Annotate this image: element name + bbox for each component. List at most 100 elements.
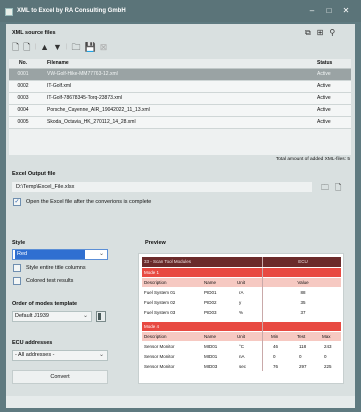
entire-title-label: Style entire title columns	[26, 265, 86, 271]
preview-row: Sensor Monitor MID01 °C 46 118 243	[142, 342, 341, 351]
new-file-icon[interactable]: 🗋	[335, 182, 341, 196]
cell-filename: Skoda_Octavia_HK_270112_14_28.xml	[37, 116, 307, 129]
pin-icon[interactable]: ⚲	[329, 28, 335, 38]
preview-cell: Sensor Monitor	[144, 364, 175, 369]
app-icon	[5, 8, 13, 16]
window-title: XML to Excel by RA Consulting GmbH	[17, 8, 126, 14]
chevron-down-icon: ⌄	[82, 313, 88, 319]
preview-col-unit: Unit	[237, 334, 246, 339]
table-row[interactable]: 0001 VW-Golf-Hike-MM77763-12.xml Active	[9, 68, 351, 81]
order-selected-value: Default J1939	[15, 313, 49, 319]
style-selected-value: Red	[15, 250, 85, 259]
preview-cell: Fuel System 03	[144, 310, 176, 315]
preview-header-right: ECU	[298, 259, 308, 264]
chevron-down-icon: ⌄	[98, 352, 104, 358]
preview-mode1-row: Mode 1	[142, 268, 341, 277]
cell-filename: IT-Golf.xml	[37, 80, 307, 93]
preview-mode1-columns: Description Name Unit Value	[142, 278, 341, 287]
order-section-title: Order of modes template	[12, 301, 78, 307]
preview-cell: 225	[324, 364, 332, 369]
minimize-button[interactable]: –	[305, 6, 319, 16]
preview-mode4-row: Mode 4	[142, 322, 341, 331]
output-path-field[interactable]: D:\Temp\Excel_File.xlsx	[12, 182, 312, 192]
preview-col-description: Description	[144, 334, 167, 339]
maximize-button[interactable]: □	[322, 6, 336, 16]
xml-section-title: XML source files	[12, 30, 56, 36]
cell-no: 0001	[9, 68, 37, 81]
total-files-text: Total amount of added XML-files: 5	[275, 157, 350, 162]
preview-col-unit: Unit	[237, 280, 246, 285]
remove-icon[interactable]: ⊠	[100, 42, 108, 52]
style-dropdown[interactable]: Red ⌄	[12, 249, 108, 260]
preview-cell: 37	[300, 310, 306, 315]
preview-cell: Sensor Monitor	[144, 344, 175, 349]
order-dropdown[interactable]: Default J1939 ⌄	[12, 311, 92, 322]
add-file-icon[interactable]: 🗋	[12, 42, 19, 52]
cell-status: Active	[307, 80, 351, 93]
col-header-no[interactable]: No.	[9, 59, 37, 69]
cell-filename: VW-Golf-Hike-MM77763-12.xml	[37, 68, 307, 81]
cell-no: 0004	[9, 104, 37, 117]
move-up-icon[interactable]: ▲	[40, 42, 49, 52]
preview-cell: y	[239, 300, 242, 305]
table-row[interactable]: 0004 Porsche_Cayenne_AIR_19042022_11_13.…	[9, 104, 351, 117]
edit-template-icon[interactable]	[96, 311, 106, 322]
grid-view-icon[interactable]: ⧉	[305, 28, 311, 38]
preview-col-test: Test	[297, 334, 306, 339]
preview-col-name: Name	[204, 334, 217, 339]
add-files-icon[interactable]: 🗋	[23, 42, 30, 52]
close-button[interactable]: ✕	[339, 6, 353, 16]
preview-cell: 76	[273, 364, 279, 369]
preview-mode4-columns: Description Name Unit Min Test Max	[142, 332, 341, 341]
preview-mode4-label: Mode 4	[144, 324, 160, 329]
status-bar	[6, 396, 355, 408]
convert-button[interactable]: Convert	[12, 370, 108, 384]
preview-cell: °C	[239, 344, 245, 349]
cell-no: 0002	[9, 80, 37, 93]
xml-file-table: No. Filename Status 0001 VW-Golf-Hike-MM…	[9, 59, 351, 129]
output-section-title: Excel Output file	[12, 171, 56, 177]
col-header-status[interactable]: Status	[307, 59, 351, 69]
open-after-checkbox[interactable]: ✓	[13, 198, 21, 206]
ecu-dropdown[interactable]: - All addresses - ⌄	[12, 350, 108, 361]
cell-status: Active	[307, 92, 351, 105]
preview-row: Fuel System 01 PID01 rA 88	[142, 288, 341, 297]
open-folder-icon[interactable]: 🗀	[71, 42, 80, 52]
entire-title-checkbox[interactable]	[13, 264, 21, 272]
preview-section-title: Preview	[145, 240, 166, 246]
cell-filename: Porsche_Cayenne_AIR_19042022_11_13.xml	[37, 104, 307, 117]
xml-toolbar: 🗋 🗋 | ▲ ▼ | 🗀 💾 ⊠	[12, 42, 111, 52]
table-row[interactable]: 0003 IT-Golf-78678345-Torq-23873.xml Act…	[9, 92, 351, 105]
table-row[interactable]: 0005 Skoda_Octavia_HK_270112_14_28.xml A…	[9, 116, 351, 129]
preview-cell: nA	[239, 354, 245, 359]
preview-cell: 0	[299, 354, 302, 359]
preview-mode1-label: Mode 1	[144, 270, 160, 275]
title-bar[interactable]: XML to Excel by RA Consulting GmbH – □ ✕	[0, 0, 361, 22]
preview-cell: Fuel System 01	[144, 290, 176, 295]
list-view-icon[interactable]: ⊞	[317, 28, 324, 38]
move-down-icon[interactable]: ▼	[53, 42, 62, 52]
preview-header-left: 33 - Scan Tool Modules	[144, 259, 191, 264]
preview-divider	[262, 268, 263, 371]
colored-results-label: Colored test results	[26, 278, 74, 284]
cell-status: Active	[307, 68, 351, 81]
cell-no: 0005	[9, 116, 37, 129]
preview-cell: MID03	[204, 364, 218, 369]
ecu-selected-value: - All addresses -	[15, 352, 55, 358]
table-row[interactable]: 0002 IT-Golf.xml Active	[9, 80, 351, 93]
preview-row: Fuel System 02 PID02 y 35	[142, 298, 341, 307]
preview-col-description: Description	[144, 280, 167, 285]
preview-cell: rA	[239, 290, 244, 295]
ecu-section-title: ECU addresses	[12, 340, 53, 346]
preview-cell: 46	[273, 344, 279, 349]
save-icon[interactable]: 💾	[84, 42, 95, 52]
preview-col-max: Max	[322, 334, 331, 339]
toolbar-separator: |	[65, 44, 68, 50]
preview-row: Sensor Monitor MID03 sec 76 297 225	[142, 362, 341, 371]
open-after-label: Open the Excel file after the converions…	[26, 199, 152, 205]
browse-folder-icon[interactable]: 🗀	[321, 182, 329, 196]
colored-results-checkbox[interactable]	[13, 277, 21, 285]
preview-cell: 0	[324, 354, 327, 359]
col-header-filename[interactable]: Filename	[37, 59, 307, 69]
preview-cell: PID02	[204, 300, 217, 305]
